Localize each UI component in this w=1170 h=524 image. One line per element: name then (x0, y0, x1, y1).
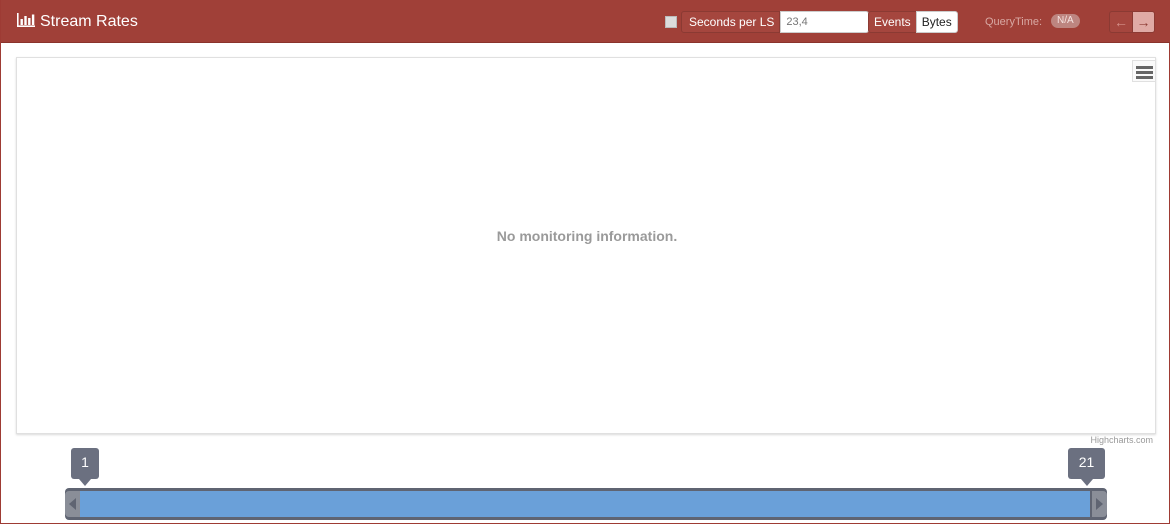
chevron-left-icon (69, 498, 76, 510)
panel-header: Stream Rates Seconds per LS Events Bytes… (1, 0, 1170, 43)
seconds-per-ls-group: Seconds per LS (681, 11, 870, 33)
events-button[interactable]: Events (868, 11, 916, 33)
history-nav: ← → (1109, 11, 1155, 33)
prev-arrow-button[interactable]: ← (1109, 11, 1132, 33)
bar-chart-icon (17, 13, 35, 27)
chart-area: No monitoring information. (16, 57, 1156, 434)
range-min-tooltip: 1 (71, 448, 99, 486)
seconds-per-ls-checkbox[interactable] (665, 16, 677, 28)
range-slider[interactable] (65, 488, 1107, 520)
seconds-per-ls-input[interactable] (780, 11, 870, 33)
querytime-badge: N/A (1051, 14, 1080, 28)
range-slider-fill[interactable] (80, 491, 1090, 517)
querytime-label: QueryTime: (985, 16, 1043, 28)
empty-chart-message: No monitoring information. (496, 228, 678, 244)
chart-credits-link[interactable]: Highcharts.com (1090, 435, 1153, 446)
chevron-right-icon (1096, 498, 1103, 510)
seconds-per-ls-label: Seconds per LS (681, 11, 781, 33)
panel-title: Stream Rates (40, 13, 138, 30)
range-max-tooltip: 21 (1068, 448, 1105, 486)
stream-rates-panel: Stream Rates Seconds per LS Events Bytes… (0, 0, 1170, 524)
bytes-button[interactable]: Bytes (915, 11, 958, 33)
unit-toggle: Events Bytes (868, 11, 958, 33)
next-arrow-button[interactable]: → (1132, 11, 1155, 33)
range-max-handle[interactable] (1092, 491, 1107, 517)
chart-menu-button[interactable] (1132, 60, 1156, 82)
range-min-handle[interactable] (65, 491, 80, 517)
